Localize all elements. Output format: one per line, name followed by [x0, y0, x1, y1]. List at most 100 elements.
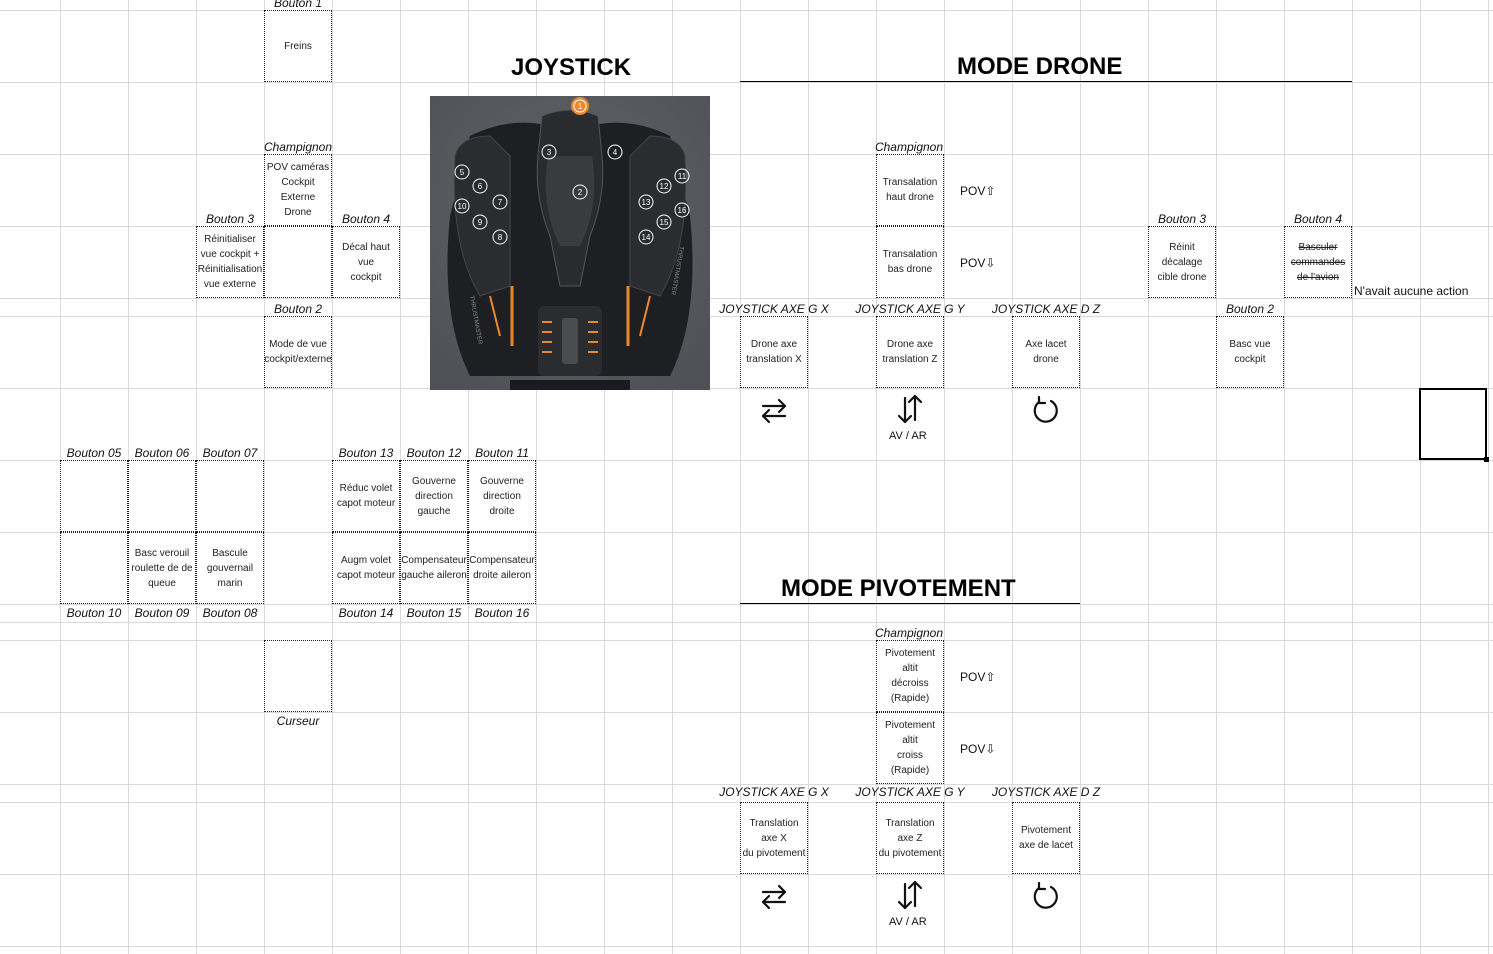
- text-line: capot moteur: [336, 498, 396, 509]
- pivot-axis-gx-label: JOYSTICK AXE G X: [719, 785, 829, 799]
- champignon-label: Champignon: [263, 140, 333, 154]
- selected-cell[interactable]: [1419, 388, 1489, 462]
- button-2-label: Bouton 2: [273, 302, 323, 316]
- button-05-cell[interactable]: [60, 460, 128, 532]
- cursor-cell[interactable]: [264, 640, 332, 712]
- vertical-arrows-icon: [897, 880, 923, 910]
- mode-drone-underline: [740, 81, 1352, 82]
- vertical-arrows-icon: [897, 394, 923, 424]
- text-line: haut drone: [886, 192, 934, 203]
- button-4-label: Bouton 4: [341, 212, 391, 226]
- button-2-cell[interactable]: Mode de vue cockpit/externe: [264, 316, 332, 388]
- text-line: cockpit: [1234, 354, 1266, 365]
- text-line: bas drone: [887, 264, 933, 275]
- svg-text:13: 13: [642, 198, 651, 207]
- text-line: queue: [148, 577, 176, 589]
- button-14-cell[interactable]: Augm volet capot moteur: [332, 532, 400, 604]
- drone-champignon-label: Champignon: [874, 140, 944, 154]
- svg-text:16: 16: [678, 206, 687, 215]
- pivot-down-cell[interactable]: Pivotement altit croiss (Rapide): [876, 712, 944, 784]
- drone-button-3-cell[interactable]: Réinit décalage cible drone: [1148, 226, 1216, 298]
- svg-text:12: 12: [660, 182, 669, 191]
- text-line: Transalation: [882, 249, 938, 260]
- button-13-cell[interactable]: Réduc volet capot moteur: [332, 460, 400, 532]
- text-line: Axe lacet: [1025, 339, 1067, 350]
- pivot-axis-dz-cell[interactable]: Pivotement axe de lacet: [1012, 802, 1080, 874]
- text-line: gouvernail: [206, 562, 254, 574]
- horizontal-arrows-icon: [761, 398, 787, 424]
- pivot-up-cell[interactable]: Pivotement altit décroiss (Rapide): [876, 640, 944, 712]
- text-line: Pivotement altit: [884, 720, 936, 746]
- text-line: marin: [217, 577, 243, 589]
- text-line: Basc verouil: [134, 547, 190, 559]
- text-line: Décal haut vue: [342, 241, 390, 268]
- text-line: du pivotement: [742, 847, 806, 859]
- drone-translation-down-cell[interactable]: Transalation bas drone: [876, 226, 944, 298]
- text-line: translation Z: [882, 354, 938, 365]
- text-line: de l'avion: [1297, 271, 1339, 283]
- button-07-cell[interactable]: [196, 460, 264, 532]
- drone-axis-gx-cell[interactable]: Drone axe translation X: [740, 316, 808, 388]
- button-07-label: Bouton 07: [202, 446, 258, 460]
- button-13-label: Bouton 13: [338, 446, 394, 460]
- button-15-label: Bouton 15: [406, 606, 462, 620]
- text-line: Drone axe: [886, 339, 934, 350]
- pivot-axis-gx-cell[interactable]: Translation axe X du pivotement: [740, 802, 808, 874]
- button-06-label: Bouton 06: [134, 446, 190, 460]
- text-line: axe de lacet: [1019, 840, 1073, 851]
- button-10-cell[interactable]: [60, 532, 128, 604]
- button-12-cell[interactable]: Gouverne direction gauche: [400, 460, 468, 532]
- text-line: décroiss: [891, 678, 929, 689]
- pivot-axis-gy-cell[interactable]: Translation axe Z du pivotement: [876, 802, 944, 874]
- drone-button-4-cell[interactable]: Basculer commandes de l'avion: [1284, 226, 1352, 298]
- horizontal-arrows-icon: [761, 884, 787, 910]
- button-1-freins-cell[interactable]: Freins: [264, 10, 332, 82]
- svg-text:14: 14: [642, 233, 651, 242]
- drone-av-ar-label: AV / AR: [889, 430, 927, 442]
- button-3-cell[interactable]: Réinitialiser vue cockpit + Réinitialisati…: [196, 226, 264, 298]
- button-16-label: Bouton 16: [474, 606, 530, 620]
- button-06-cell[interactable]: [128, 460, 196, 532]
- svg-text:15: 15: [660, 218, 669, 227]
- pivot-pov-up: POV⇧: [960, 670, 996, 684]
- button-15-cell[interactable]: Compensateur gauche aileron: [400, 532, 468, 604]
- text-line: vue cockpit +: [200, 249, 260, 260]
- button-1-text: Freins: [284, 40, 312, 52]
- text-line: drone: [1033, 354, 1059, 365]
- button-09-cell[interactable]: Basc verouil roulette de de queue: [128, 532, 196, 604]
- champignon-empty-cell[interactable]: [264, 226, 332, 298]
- svg-text:1: 1: [578, 102, 583, 111]
- text-line: Compensateur: [469, 555, 535, 566]
- svg-text:7: 7: [498, 198, 503, 207]
- text-line: capot moteur: [336, 570, 396, 581]
- drone-axis-gy-cell[interactable]: Drone axe translation Z: [876, 316, 944, 388]
- svg-text:5: 5: [460, 168, 465, 177]
- drone-translation-up-cell[interactable]: Transalation haut drone: [876, 154, 944, 226]
- joystick-title: JOYSTICK: [511, 54, 632, 81]
- text-line: Cockpit: [281, 177, 315, 188]
- button-16-cell[interactable]: Compensateur droite aileron: [468, 532, 536, 604]
- button-4-cell[interactable]: Décal haut vue cockpit: [332, 226, 400, 298]
- drone-button-2-cell[interactable]: Basc vue cockpit: [1216, 316, 1284, 388]
- text-line: (Rapide): [890, 693, 930, 704]
- text-line: Basc vue: [1229, 339, 1271, 350]
- champignon-pov-cell[interactable]: POV caméras Cockpit Externe Drone: [264, 154, 332, 226]
- text-line: croiss: [896, 750, 924, 761]
- button-08-cell[interactable]: Bascule gouvernail marin: [196, 532, 264, 604]
- svg-text:4: 4: [613, 148, 618, 157]
- svg-text:3: 3: [547, 148, 552, 157]
- text-line: Transalation: [882, 177, 938, 188]
- button-12-label: Bouton 12: [406, 446, 462, 460]
- text-line: Pivotement altit: [884, 648, 936, 674]
- drone-pov-down: POV⇩: [960, 256, 996, 270]
- svg-text:6: 6: [478, 182, 483, 191]
- drone-axis-dz-cell[interactable]: Axe lacet drone: [1012, 316, 1080, 388]
- text-line: direction: [415, 490, 453, 502]
- text-line: gauche aileron: [401, 570, 467, 581]
- text-line: Drone axe: [750, 339, 798, 350]
- button-11-cell[interactable]: Gouverne direction droite: [468, 460, 536, 532]
- text-line: axe Z: [897, 832, 923, 844]
- text-line: droite aileron: [473, 570, 531, 581]
- text-line: Gouverne: [480, 475, 524, 487]
- text-line: direction: [483, 490, 521, 502]
